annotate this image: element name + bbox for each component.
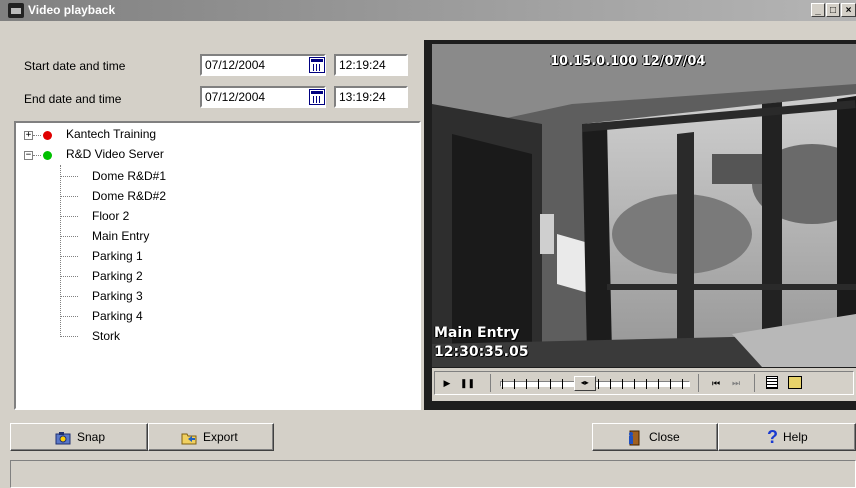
title-bar: Video playback _ □ ×	[0, 0, 856, 21]
snap-camera-icon	[55, 432, 71, 445]
tree-item-kantech-training[interactable]: Kantech Training	[66, 127, 156, 141]
snapshot-view-icon[interactable]	[788, 376, 802, 389]
timestamp-overlay: 12:30:35.05	[434, 344, 529, 360]
end-date-label: End date and time	[24, 92, 122, 106]
door-exit-icon	[629, 430, 640, 446]
end-calendar-icon[interactable]	[309, 89, 325, 105]
export-button[interactable]: Export	[148, 423, 274, 451]
start-date-label: Start date and time	[24, 59, 126, 73]
close-label: Close	[649, 430, 680, 444]
tree-item-camera[interactable]: Parking 4	[92, 309, 143, 323]
end-date-field[interactable]: 07/12/2004	[200, 86, 326, 108]
tree-connector	[60, 276, 78, 277]
tree-item-camera[interactable]: Parking 2	[92, 269, 143, 283]
tree-item-rd-video-server[interactable]: R&D Video Server	[66, 147, 164, 161]
help-label: Help	[783, 430, 808, 444]
camera-image	[432, 44, 856, 367]
play-icon[interactable]: ▶	[440, 376, 454, 390]
video-feed[interactable]: 10.15.0.100 12/07/04 Main Entry 12:30:35…	[432, 44, 856, 367]
tree-item-camera[interactable]: Dome R&D#2	[92, 189, 166, 203]
tree-item-camera[interactable]: Main Entry	[92, 229, 149, 243]
help-button[interactable]: ? Help	[718, 423, 856, 451]
server-status-icon	[43, 151, 52, 160]
tree-item-camera[interactable]: Parking 3	[92, 289, 143, 303]
start-date-field[interactable]: 07/12/2004	[200, 54, 326, 76]
snap-label: Snap	[77, 430, 106, 444]
start-calendar-icon[interactable]	[309, 57, 325, 73]
tree-connector	[60, 236, 78, 237]
start-time-field[interactable]: 12:19:24	[334, 54, 408, 76]
collapse-icon[interactable]: −	[24, 151, 33, 160]
skip-end-icon[interactable]: ⏭	[728, 376, 744, 390]
tree-item-camera[interactable]: Floor 2	[92, 209, 129, 223]
tree-item-camera[interactable]: Stork	[92, 329, 120, 343]
export-label: Export	[203, 430, 238, 444]
minimize-button[interactable]: _	[811, 3, 825, 17]
video-camera-icon	[8, 3, 24, 18]
close-button[interactable]: Close	[592, 423, 718, 451]
status-bar	[10, 460, 856, 488]
snap-button[interactable]: Snap	[10, 423, 148, 451]
tree-connector	[60, 256, 78, 257]
tree-item-camera[interactable]: Dome R&D#1	[92, 169, 166, 183]
tree-connector	[60, 316, 78, 317]
tree-branch-line	[60, 165, 61, 337]
folder-icon	[181, 433, 197, 445]
tree-connector	[60, 176, 78, 177]
end-time-field[interactable]: 13:19:24	[334, 86, 408, 108]
camera-name-overlay: Main Entry	[434, 325, 520, 341]
camera-tree: + Kantech Training − R&D Video Server Do…	[14, 121, 421, 410]
tree-connector	[60, 216, 78, 217]
tree-item-camera[interactable]: Parking 1	[92, 249, 143, 263]
tree-connector	[60, 196, 78, 197]
maximize-button[interactable]: □	[826, 3, 840, 17]
tree-connector	[60, 336, 78, 337]
details-icon[interactable]	[766, 376, 778, 389]
timeline-thumb[interactable]: ◂▸	[573, 376, 596, 391]
pause-icon[interactable]: ❚❚	[460, 376, 475, 390]
window-title: Video playback	[28, 3, 116, 17]
close-window-button[interactable]: ×	[841, 3, 856, 17]
skip-start-icon[interactable]: ⏮	[708, 376, 724, 390]
tree-connector	[60, 296, 78, 297]
server-status-icon	[43, 131, 52, 140]
question-icon: ?	[767, 427, 778, 447]
playback-controls: ▶ ❚❚ ◂▸ ⏮ ⏭	[432, 368, 856, 401]
camera-header-overlay: 10.15.0.100 12/07/04	[550, 54, 706, 69]
expand-icon[interactable]: +	[24, 131, 33, 140]
